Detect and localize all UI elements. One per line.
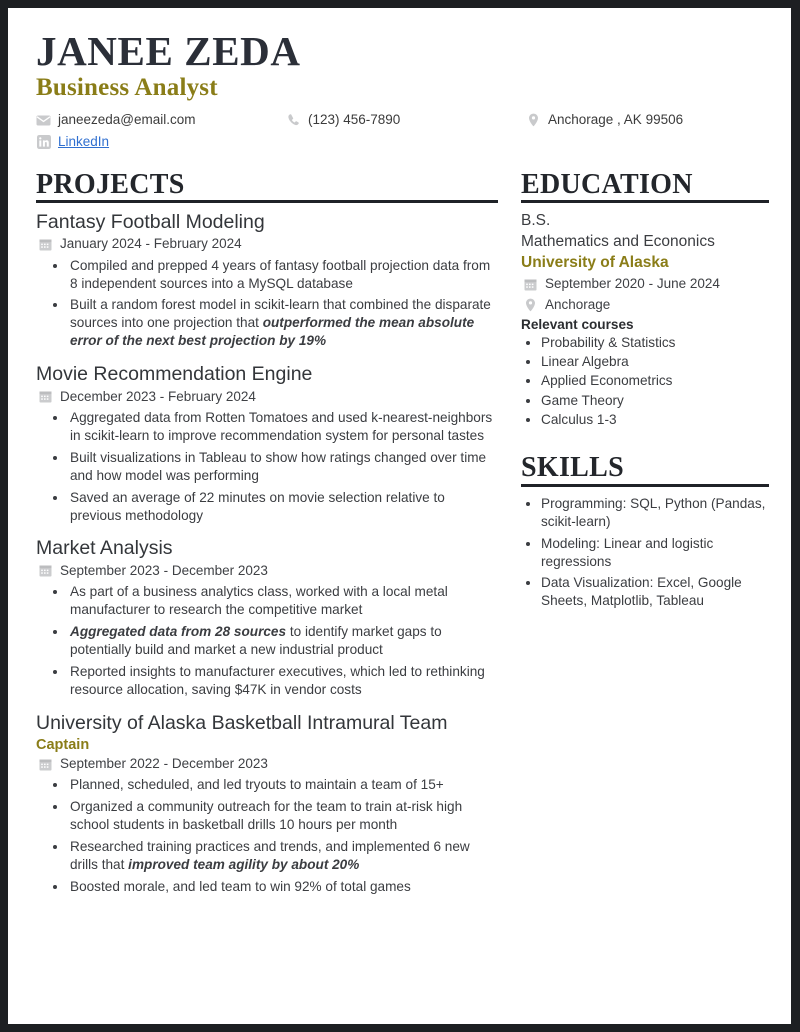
calendar-icon bbox=[38, 237, 53, 252]
candidate-name: JANEE ZEDA bbox=[36, 28, 301, 74]
map-pin-icon bbox=[523, 297, 538, 312]
map-pin-icon bbox=[526, 113, 541, 128]
project-dates-text: September 2023 - December 2023 bbox=[60, 562, 268, 578]
project-entry: University of Alaska Basketball Intramur… bbox=[36, 712, 498, 896]
project-dates-row: September 2022 - December 2023 bbox=[38, 755, 498, 773]
project-dates-text: September 2022 - December 2023 bbox=[60, 756, 268, 772]
contact-location: Anchorage , AK 99506 bbox=[526, 111, 769, 129]
linkedin-link[interactable]: LinkedIn bbox=[58, 133, 109, 151]
projects-list: Fantasy Football Modeling January 2024 - … bbox=[36, 211, 498, 896]
bullet-emphasis: Aggregated data from 28 sources bbox=[70, 623, 287, 639]
project-entry: Market Analysis September 2023 - December… bbox=[36, 537, 498, 698]
bullet-item: Saved an average of 22 minutes on movie … bbox=[68, 488, 498, 525]
project-entry: Movie Recommendation Engine December 2023… bbox=[36, 363, 498, 524]
degree-text: B.S. bbox=[521, 211, 551, 229]
skills-list: Programming: SQL, Python (Pandas, scikit… bbox=[521, 495, 769, 611]
calendar-icon bbox=[38, 389, 53, 404]
contact-linkedin[interactable]: LinkedIn bbox=[36, 133, 286, 151]
calendar-icon bbox=[523, 277, 538, 292]
field-of-study-text: Mathematics and Econonics bbox=[521, 233, 715, 251]
bullet-emphasis: outperformed the mean absolute error of … bbox=[70, 315, 475, 349]
project-bullets: As part of a business analytics class, w… bbox=[36, 582, 498, 699]
project-title: Market Analysis bbox=[36, 537, 173, 560]
location-text: Anchorage , AK 99506 bbox=[548, 112, 684, 128]
email-text: janeezeda@email.com bbox=[58, 112, 196, 128]
projects-section-rule bbox=[36, 199, 498, 203]
bullet-item: Built a random forest model in scikit-le… bbox=[68, 295, 498, 350]
project-bullets: Aggregated data from Rotten Tomatoes and… bbox=[36, 408, 498, 525]
education-location-row: Anchorage bbox=[523, 296, 769, 314]
course-item: Game Theory bbox=[541, 391, 769, 410]
right-column: EDUCATION B.S. Mathematics and Econonics… bbox=[498, 168, 769, 615]
education-location-text: Anchorage bbox=[545, 296, 611, 312]
linkedin-icon bbox=[36, 135, 51, 150]
calendar-icon bbox=[38, 757, 53, 772]
resume-body: PROJECTS Fantasy Football Modeling Januar… bbox=[36, 168, 769, 910]
bullet-item: Aggregated data from Rotten Tomatoes and… bbox=[68, 408, 498, 445]
project-bullets: Planned, scheduled, and led tryouts to m… bbox=[36, 775, 498, 896]
project-dates-text: January 2024 - February 2024 bbox=[60, 236, 242, 252]
project-title: Movie Recommendation Engine bbox=[36, 363, 313, 386]
skill-item: Programming: SQL, Python (Pandas, scikit… bbox=[541, 495, 769, 531]
skills-section: SKILLS Programming: SQL, Python (Pandas,… bbox=[521, 453, 769, 610]
school-name: University of Alaska bbox=[521, 254, 669, 272]
project-dates-text: December 2023 - February 2024 bbox=[60, 388, 256, 404]
course-item: Probability & Statistics bbox=[541, 333, 769, 352]
bullet-item: Boosted morale, and led team to win 92% … bbox=[68, 877, 498, 896]
contact-row-secondary: LinkedIn bbox=[36, 133, 769, 151]
bullet-item: Aggregated data from 28 sources to ident… bbox=[68, 622, 498, 659]
resume-page: JANEE ZEDA Business Analyst janeezeda@em… bbox=[0, 0, 800, 1032]
course-item: Applied Econometrics bbox=[541, 371, 769, 390]
skill-item: Data Visualization: Excel, Google Sheets… bbox=[541, 574, 769, 610]
phone-icon bbox=[286, 113, 301, 128]
project-subtitle: Captain bbox=[36, 737, 90, 754]
contact-phone[interactable]: (123) 456-7890 bbox=[286, 111, 526, 129]
education-entry: B.S. Mathematics and Econonics Universit… bbox=[521, 211, 769, 429]
skill-item: Modeling: Linear and logistic regression… bbox=[541, 535, 769, 571]
course-item: Calculus 1-3 bbox=[541, 410, 769, 429]
bullet-item: Researched training practices and trends… bbox=[68, 837, 498, 874]
course-item: Linear Algebra bbox=[541, 352, 769, 371]
education-section-title: EDUCATION bbox=[521, 168, 693, 200]
skills-section-title: SKILLS bbox=[521, 452, 624, 484]
project-entry: Fantasy Football Modeling January 2024 - … bbox=[36, 211, 498, 350]
bullet-emphasis: improved team agility by about 20% bbox=[128, 857, 360, 873]
project-bullets: Compiled and prepped 4 years of fantasy … bbox=[36, 256, 498, 351]
resume-header: JANEE ZEDA Business Analyst janeezeda@em… bbox=[36, 30, 769, 152]
project-title: University of Alaska Basketball Intramur… bbox=[36, 711, 448, 734]
relevant-courses-label: Relevant courses bbox=[521, 316, 634, 332]
education-dates-row: September 2020 - June 2024 bbox=[523, 275, 769, 293]
candidate-role: Business Analyst bbox=[36, 73, 218, 101]
project-title: Fantasy Football Modeling bbox=[36, 210, 265, 233]
left-column: PROJECTS Fantasy Football Modeling Januar… bbox=[36, 168, 498, 910]
bullet-item: Compiled and prepped 4 years of fantasy … bbox=[68, 256, 498, 293]
project-dates-row: December 2023 - February 2024 bbox=[38, 388, 498, 406]
contact-email[interactable]: janeezeda@email.com bbox=[36, 111, 286, 129]
bullet-item: Reported insights to manufacturer execut… bbox=[68, 662, 498, 699]
bullet-item: Built visualizations in Tableau to show … bbox=[68, 448, 498, 485]
bullet-item: As part of a business analytics class, w… bbox=[68, 582, 498, 619]
education-section-rule bbox=[521, 199, 769, 203]
skills-section-rule bbox=[521, 483, 769, 487]
phone-text: (123) 456-7890 bbox=[308, 112, 401, 128]
bullet-item: Planned, scheduled, and led tryouts to m… bbox=[68, 775, 498, 794]
calendar-icon bbox=[38, 563, 53, 578]
resume-sheet: JANEE ZEDA Business Analyst janeezeda@em… bbox=[8, 8, 791, 1024]
courses-list: Probability & StatisticsLinear AlgebraAp… bbox=[521, 333, 769, 429]
project-dates-row: September 2023 - December 2023 bbox=[38, 562, 498, 580]
contact-row-primary: janeezeda@email.com (123) 456-7890 Ancho… bbox=[36, 111, 769, 129]
envelope-icon bbox=[36, 113, 51, 128]
project-dates-row: January 2024 - February 2024 bbox=[38, 235, 498, 253]
projects-section-title: PROJECTS bbox=[36, 168, 185, 200]
bullet-item: Organized a community outreach for the t… bbox=[68, 797, 498, 834]
education-dates-text: September 2020 - June 2024 bbox=[545, 276, 720, 292]
